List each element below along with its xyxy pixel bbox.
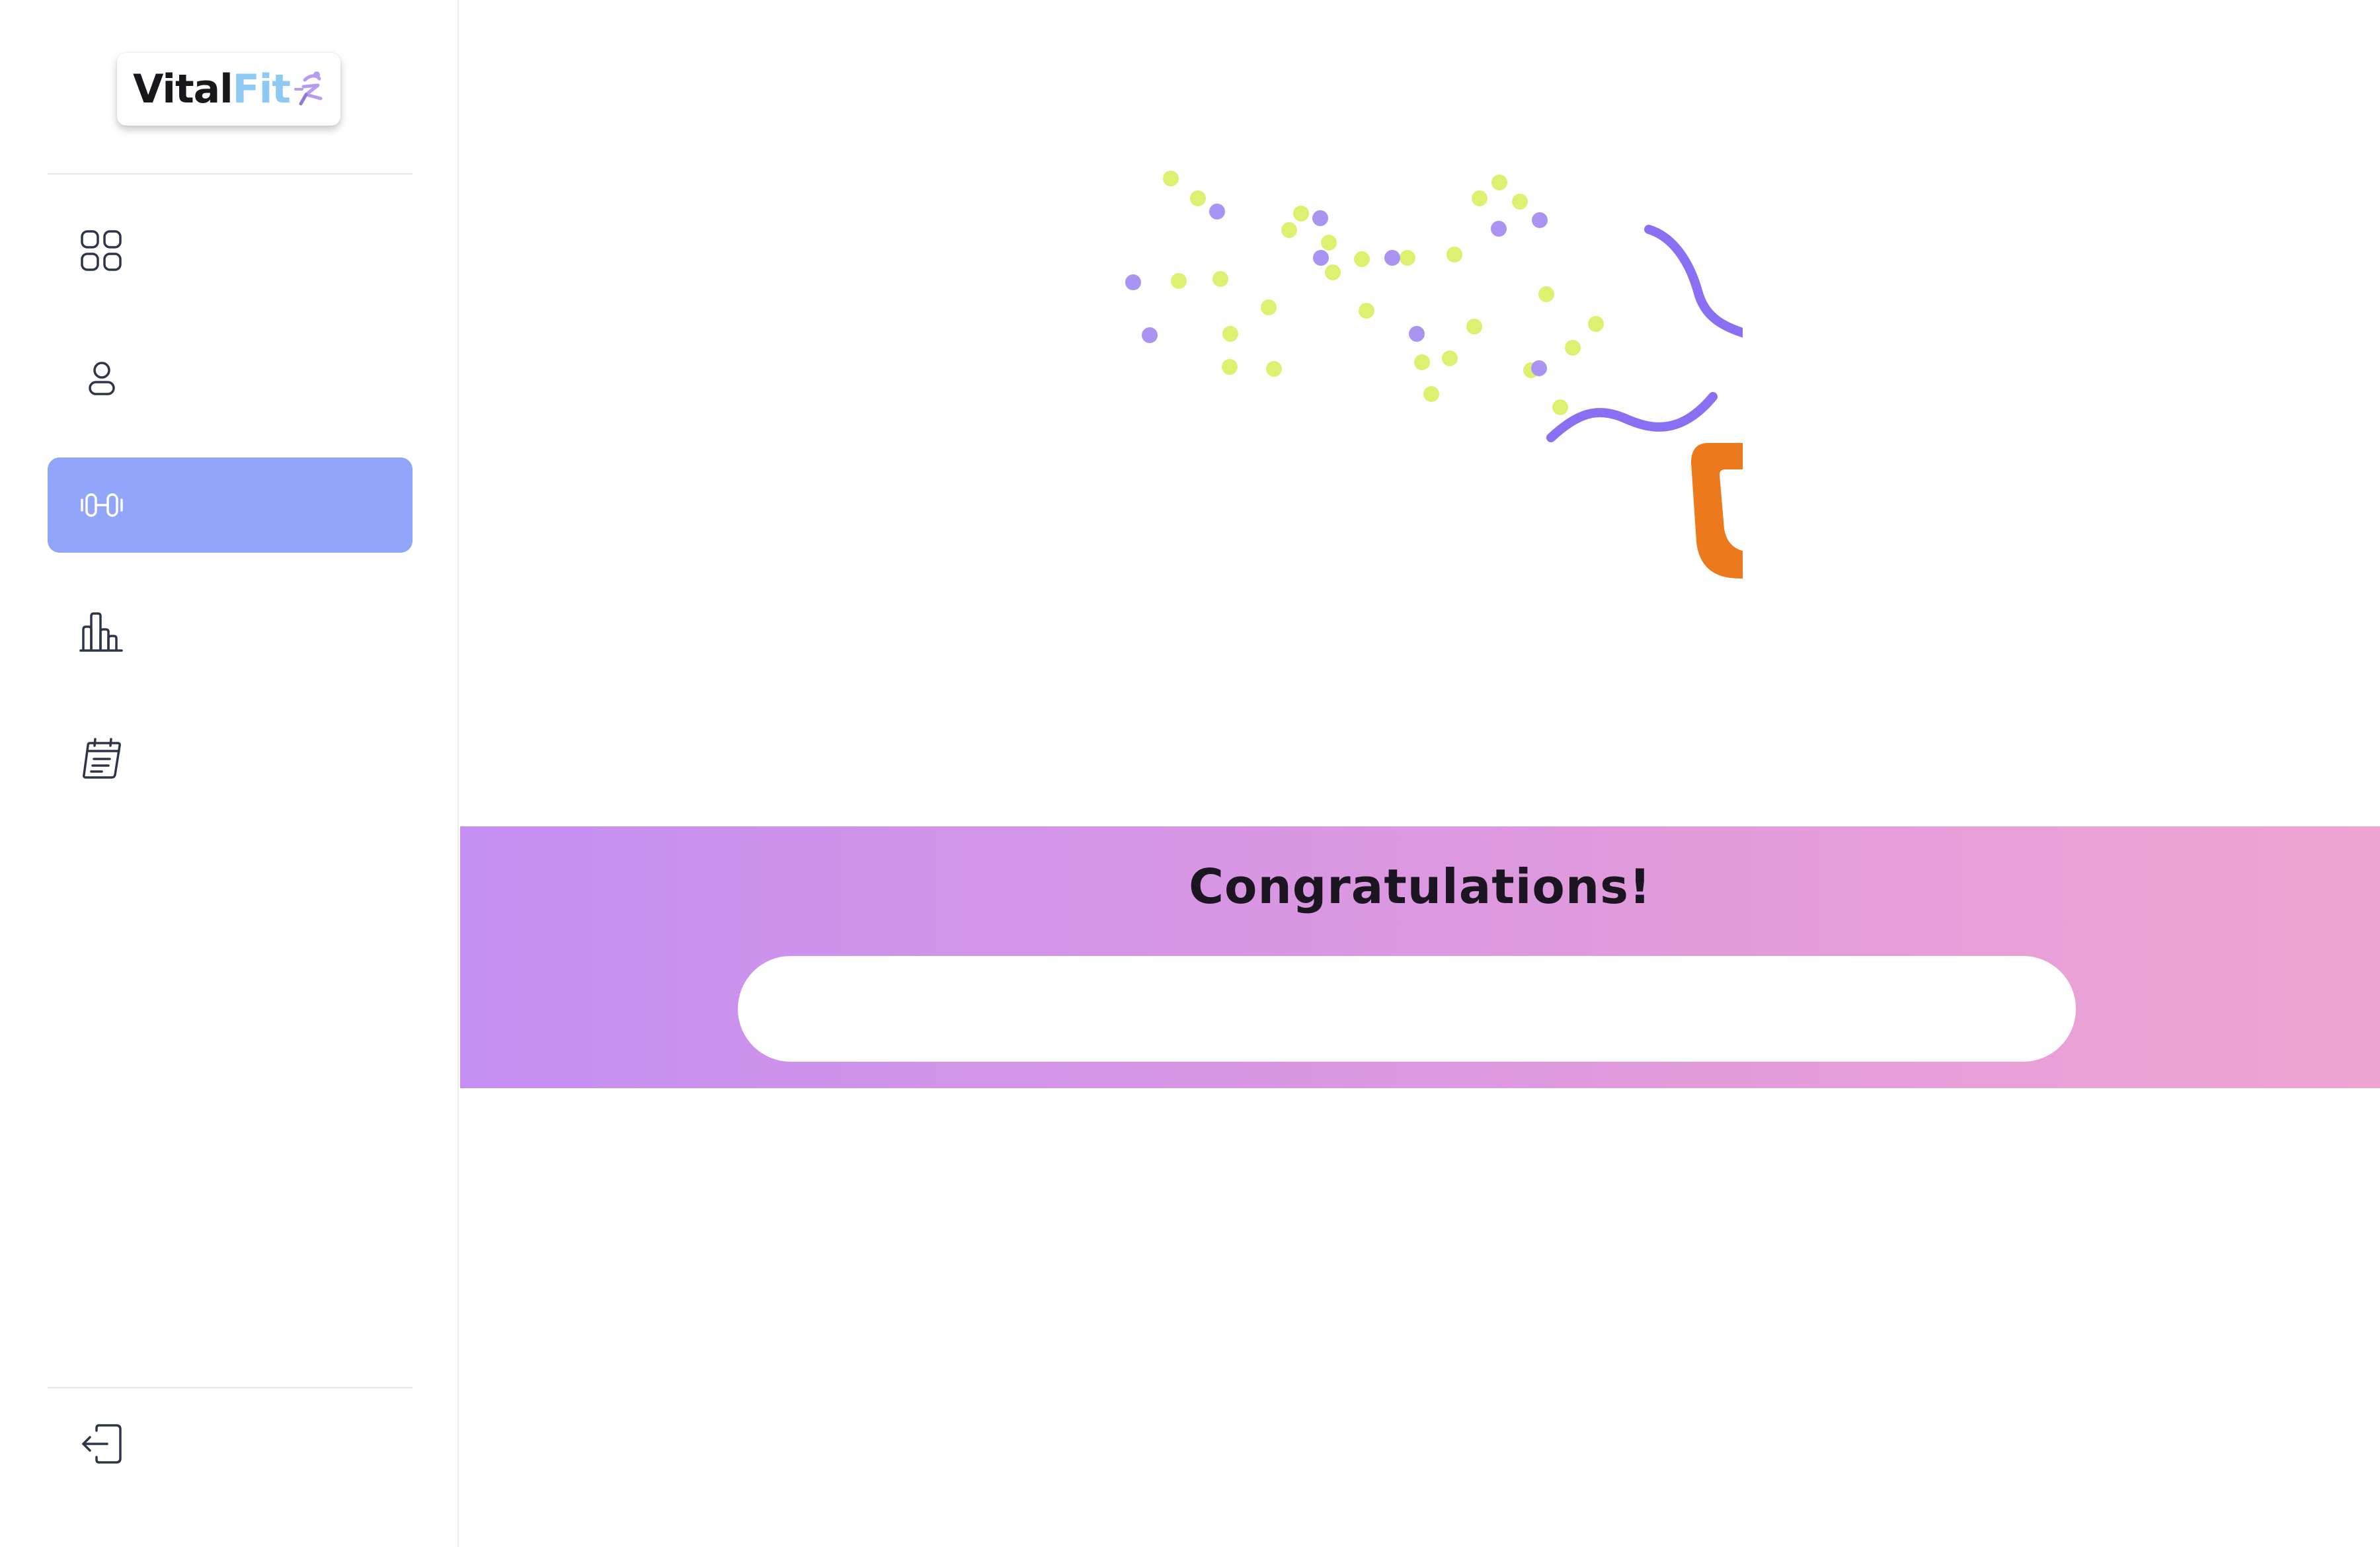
brand-logo[interactable]: VitalFit xyxy=(117,53,340,126)
bar-chart-icon xyxy=(79,612,123,652)
main-content: Congratulations! xyxy=(460,0,2380,1547)
brand-name-vital: Vital xyxy=(133,66,233,112)
trophy-confetti-illustration xyxy=(1125,171,1743,578)
calendar-notes-icon xyxy=(83,738,121,779)
brand-name: VitalFit xyxy=(133,66,291,112)
grid-icon xyxy=(81,230,122,271)
sidebar-divider-bottom xyxy=(48,1387,413,1388)
user-icon xyxy=(89,362,115,395)
sidebar-item-statistics[interactable] xyxy=(48,584,413,680)
dumbbell-icon xyxy=(81,493,123,517)
banner-title: Congratulations! xyxy=(1189,859,1651,914)
runner-mark-icon xyxy=(294,71,323,106)
brand-name-fit: Fit xyxy=(232,66,291,112)
message-field[interactable] xyxy=(738,956,2076,1062)
sidebar-divider-top xyxy=(48,173,413,175)
confetti-streamers xyxy=(1546,225,1743,442)
confetti-dots-purple xyxy=(1125,204,1548,376)
sidebar-item-profile[interactable] xyxy=(48,331,413,426)
sidebar-item-workouts[interactable] xyxy=(48,457,413,553)
sidebar: VitalFit xyxy=(0,0,459,1547)
app-root: VitalFit Congratulations! xyxy=(0,0,2380,1547)
sidebar-item-schedule[interactable] xyxy=(48,711,413,807)
confetti-dots-green xyxy=(1163,171,1604,415)
sidebar-item-dashboard[interactable] xyxy=(48,204,413,299)
logout-icon xyxy=(82,1424,122,1464)
logout-button[interactable] xyxy=(48,1396,413,1491)
congratulations-banner: Congratulations! xyxy=(460,826,2380,1088)
